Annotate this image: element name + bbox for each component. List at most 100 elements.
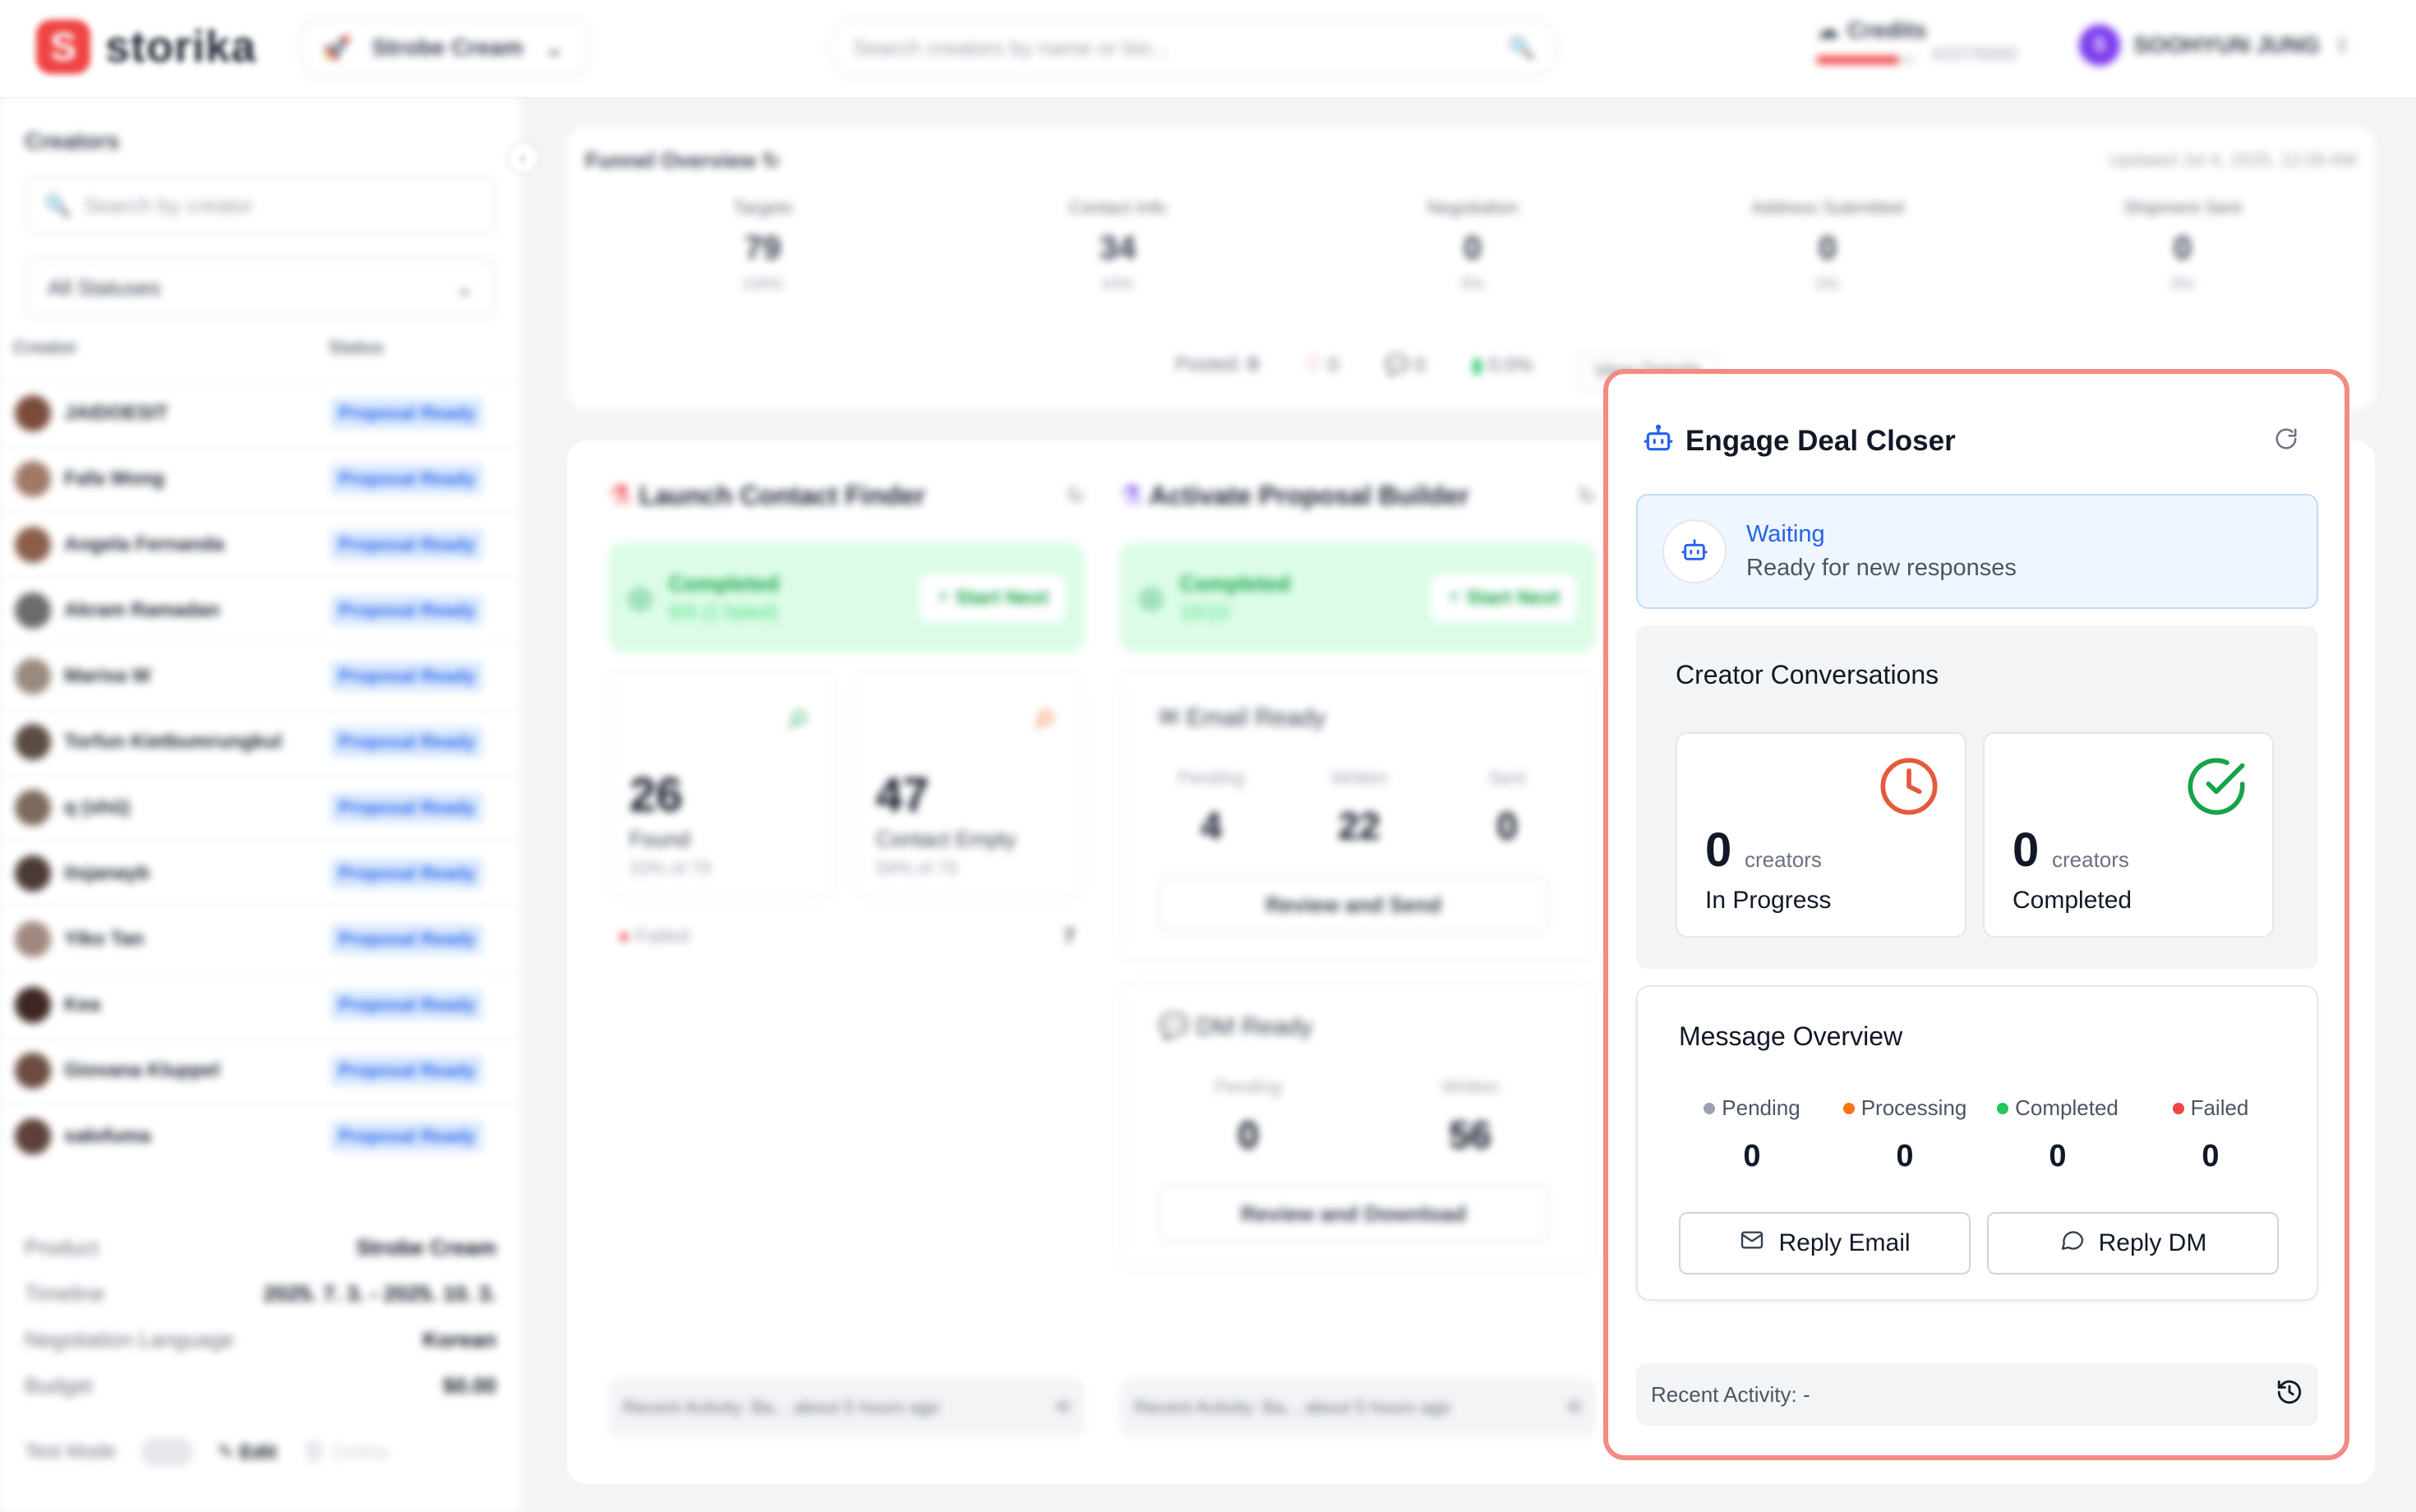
email-written-label: Written	[1285, 768, 1433, 789]
reply-buttons: Reply Email Reply DM	[1679, 1212, 2279, 1275]
completed-dot	[1997, 1102, 2009, 1114]
avatar	[15, 1118, 51, 1155]
completed-msg-label-row: Completed	[1981, 1095, 2134, 1121]
logo-mark: S	[36, 20, 90, 74]
creator-row[interactable]: JAIDOESIT Proposal Ready	[0, 380, 523, 445]
creator-row[interactable]: sałofuma Proposal Ready	[0, 1103, 523, 1169]
refresh-icon[interactable]: ↻	[762, 148, 780, 173]
global-search-input[interactable]: Search creators by name or bio... 🔍	[828, 18, 1560, 77]
credits-widget[interactable]: ☁ Credits 4157/5000	[1816, 16, 2030, 65]
chevron-down-icon: ⌄	[544, 35, 564, 61]
creator-row[interactable]: Kea Proposal Ready	[0, 971, 523, 1037]
likes-metric: ♡ 0	[1304, 353, 1339, 390]
status-badge: Proposal Ready	[330, 661, 484, 692]
history-icon[interactable]: ⟲	[1055, 1397, 1070, 1418]
creator-row[interactable]: Giovana Kluppel Proposal Ready	[0, 1037, 523, 1103]
chevron-down-icon: ⌄	[455, 274, 473, 300]
status-filter-select[interactable]: All Statuses ⌄	[25, 258, 496, 317]
info-label: Product	[25, 1234, 99, 1260]
contact-finder-title: Launch Contact Finder	[639, 481, 926, 510]
creator-row[interactable]: Akram Ramadan Proposal Ready	[0, 577, 523, 643]
processing-dot	[1842, 1102, 1855, 1114]
status-badge: Proposal Ready	[330, 1055, 484, 1086]
failed-label: Failed	[2190, 1095, 2249, 1120]
creator-name: sałofuma	[64, 1125, 151, 1147]
status-text-wrap: ◎ Completed 10/10	[1139, 571, 1290, 625]
avatar	[15, 592, 51, 629]
top-header: S storika 🚀 Strobe Cream ⌄ Search creato…	[0, 0, 2416, 99]
creator-name: q (shū)	[64, 796, 130, 818]
creator-row[interactable]: Marisa W Proposal Ready	[0, 643, 523, 708]
avatar	[15, 461, 51, 497]
funnel-stat-label: Shipment Sent	[2123, 197, 2243, 218]
stat-label: Pending	[1178, 768, 1245, 788]
creator-row[interactable]: Yiko Tan Proposal Ready	[0, 906, 523, 971]
review-and-send-button[interactable]: Review and Send	[1159, 876, 1548, 933]
logo[interactable]: S storika	[36, 20, 256, 74]
completed-msg-stat: Completed 0	[1981, 1095, 2134, 1174]
delete-button[interactable]: 🗑 Delete	[302, 1441, 390, 1464]
completed-value: 0	[2013, 823, 2040, 877]
edit-button[interactable]: ✎ Edit	[218, 1441, 277, 1464]
pending-label: Pending	[1722, 1095, 1800, 1120]
collapse-sidebar-button[interactable]: ‹	[506, 141, 539, 174]
search-check-icon: ⌕	[788, 694, 810, 738]
status-filter-value: All Statuses	[48, 274, 161, 300]
chat-bubble-icon	[2059, 1227, 2086, 1260]
robot-icon	[1643, 423, 1674, 459]
start-next-button[interactable]: ⚡ Start Next	[920, 574, 1065, 621]
history-icon[interactable]: ⟲	[1566, 1397, 1581, 1418]
refresh-icon[interactable]: ↻	[1067, 483, 1085, 509]
product-select[interactable]: 🚀 Strobe Cream ⌄	[302, 18, 587, 77]
test-mode-toggle[interactable]	[140, 1438, 193, 1466]
waiting-status-box: Waiting Ready for new responses	[1636, 494, 2318, 609]
funnel-stat-pct: 0%	[2170, 275, 2195, 293]
reply-dm-button[interactable]: Reply DM	[1987, 1212, 2279, 1275]
creator-name: Akram Ramadan	[64, 599, 220, 621]
user-menu[interactable]: S SOOHYUN JUNG ⇕	[2079, 25, 2351, 66]
empty-label: Contact Empty	[876, 827, 1017, 851]
status-badge: Proposal Ready	[330, 924, 484, 955]
avatar	[15, 724, 51, 760]
creator-row[interactable]: q (shū) Proposal Ready	[0, 774, 523, 840]
reply-email-button[interactable]: Reply Email	[1679, 1212, 1971, 1275]
delete-label: Delete	[331, 1441, 390, 1464]
history-icon[interactable]	[2275, 1378, 2303, 1412]
creator-row[interactable]: Fafa Wong Proposal Ready	[0, 445, 523, 511]
proposal-builder-header: ⚗ Activate Proposal Builder ↻	[1119, 480, 1596, 511]
creator-search-input[interactable]: 🔍 Search by creator	[25, 176, 496, 235]
mail-icon	[1739, 1227, 1765, 1260]
search-icon[interactable]: 🔍	[1509, 35, 1535, 61]
refresh-icon[interactable]	[2274, 426, 2298, 455]
sidebar-title: Creators	[25, 128, 120, 154]
creator-row[interactable]: itsjanayb Proposal Ready	[0, 840, 523, 906]
contact-finder-recent-activity: Recent Activity: Ba... about 5 hours ago…	[608, 1379, 1085, 1436]
funnel-stat-label: Targets	[732, 197, 793, 218]
waiting-subtitle: Ready for new responses	[1746, 555, 2017, 581]
status-badge: Proposal Ready	[330, 529, 484, 560]
funnel-stat: Address Submitted 0 0%	[1650, 197, 2005, 294]
dm-written: Written 56	[1359, 1076, 1581, 1157]
avatar	[15, 658, 51, 694]
message-overview-title: Message Overview	[1679, 1021, 1903, 1051]
comments-value: 0	[1414, 354, 1426, 376]
recent-text-wrap: Recent Activity: Ba... about 5 hours ago	[1134, 1397, 1450, 1418]
proposal-builder-title-wrap: ⚗ Activate Proposal Builder	[1119, 480, 1469, 511]
avatar	[15, 1053, 51, 1089]
start-next-button[interactable]: ⚡ Start Next	[1431, 574, 1576, 621]
flask-icon: ⚗	[608, 481, 632, 510]
chevron-updown-icon: ⇕	[2333, 32, 2351, 58]
review-and-download-button[interactable]: Review and Download	[1159, 1185, 1548, 1242]
check-circle-icon: ◎	[1139, 582, 1164, 613]
creator-row[interactable]: Angela Fernanda Proposal Ready	[0, 511, 523, 577]
deal-closer-title-wrap: Engage Deal Closer	[1643, 423, 1956, 459]
refresh-icon[interactable]: ↻	[1578, 483, 1596, 509]
email-stats: Pending 4 Written 22 Sent 0	[1137, 768, 1581, 848]
funnel-stat-value: 0	[2173, 230, 2192, 266]
info-value: 2025. 7. 3. - 2025. 10. 3.	[263, 1280, 496, 1306]
processing-label: Processing	[1860, 1095, 1967, 1120]
bot-avatar	[1662, 519, 1727, 583]
creator-row[interactable]: Torfun Kietbumrungkul Proposal Ready	[0, 708, 523, 774]
search-icon: 🔍	[44, 192, 71, 218]
status-badge: Proposal Ready	[330, 726, 484, 758]
